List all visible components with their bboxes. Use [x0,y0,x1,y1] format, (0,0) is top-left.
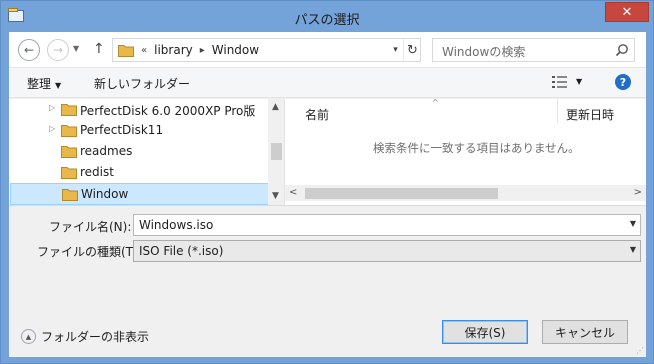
hide-folders-label: フォルダーの非表示 [41,330,150,344]
breadcrumb-window[interactable]: Window [212,43,259,57]
address-bar[interactable]: « library ▸ Window ▾ ↻ [112,38,421,62]
tree-item-label: PerfectDisk11 [80,123,164,137]
file-list: ^ 名前 更新日時 検索条件に一致する項目はありません。 < > [285,98,646,205]
chevron-up-icon: ▲ [21,329,36,344]
forward-button[interactable]: → [47,39,69,61]
folder-icon [62,189,78,201]
filetype-value: ISO File (*.iso) [139,244,224,258]
view-details-icon[interactable] [552,76,568,88]
file-form: ファイル名(N): Windows.iso ▼ ファイルの種類(T): ISO … [9,205,646,357]
up-button[interactable]: ↑ [93,41,105,57]
title-bar: パスの選択 ✕ [1,1,653,32]
tree-item-label: Window [81,187,129,201]
close-button[interactable]: ✕ [605,2,649,22]
scroll-left-icon[interactable]: < [289,187,297,198]
file-list-horizontal-scrollbar[interactable]: < > [285,185,646,201]
new-folder-button[interactable]: 新しいフォルダー [94,75,190,92]
expand-arrow-icon[interactable]: ▷ [49,103,55,112]
folder-icon [118,45,134,57]
window-title: パスの選択 [294,13,360,28]
command-bar: 整理 ▼ 新しいフォルダー ▼ ? [9,68,646,98]
breadcrumb-library[interactable]: library [154,43,193,57]
search-box[interactable]: Windowの検索 [432,38,635,62]
organize-label: 整理 [27,77,52,91]
search-icon[interactable] [615,43,629,57]
hide-folders-toggle[interactable]: ▲ フォルダーの非表示 [21,328,149,345]
tree-item-label: readmes [80,144,133,158]
filename-label: ファイル名(N): [49,220,132,234]
column-divider[interactable] [557,99,558,123]
filetype-label: ファイルの種類(T): [37,245,142,259]
tree-item-readmes[interactable]: readmes [9,141,268,162]
folder-icon [61,104,77,116]
expand-arrow-icon[interactable]: ▷ [49,124,55,133]
breadcrumb: « library ▸ Window [141,43,259,57]
folder-icon [61,146,77,158]
breadcrumb-overflow[interactable]: « [141,45,147,56]
caret-down-icon: ▼ [55,81,62,90]
scroll-right-icon[interactable]: > [634,187,642,198]
filename-field[interactable]: Windows.iso ▼ [133,214,641,236]
chevron-down-icon[interactable]: ▼ [630,219,636,228]
tree-item-perfectdisk11[interactable]: ▷ PerfectDisk11 [9,120,268,141]
filetype-select[interactable]: ISO File (*.iso) ▼ [133,240,641,262]
save-path-dialog: パスの選択 ✕ ← → ▼ ↑ « library ▸ Window ▾ ↻ W… [0,0,654,364]
organize-button[interactable]: 整理 ▼ [27,75,61,92]
tree-item-label: redist [80,165,114,179]
scroll-thumb[interactable] [305,188,498,199]
tree-item-perfectdisk6[interactable]: ▷ PerfectDisk 6.0 2000XP Pro版 [9,99,268,120]
cancel-button[interactable]: キャンセル [542,320,628,344]
refresh-button[interactable]: ↻ [403,39,421,61]
tree-item-redist[interactable]: redist [9,162,268,183]
tree-item-label: PerfectDisk 6.0 2000XP Pro版 [80,104,256,118]
scroll-thumb[interactable] [271,143,282,160]
column-header-name[interactable]: 名前 [305,106,329,123]
sort-ascending-icon: ^ [432,98,439,107]
folder-icon [61,167,77,179]
address-dropdown-button[interactable]: ▾ [388,39,403,61]
folder-tree: ▷ PerfectDisk 6.0 2000XP Pro版 ▷ PerfectD… [9,99,284,205]
tree-vertical-scrollbar[interactable]: ▲ ▼ [268,99,284,205]
empty-results-message: 検索条件に一致する項目はありません。 [373,141,580,155]
dialog-client: ← → ▼ ↑ « library ▸ Window ▾ ↻ Windowの検索… [9,32,646,357]
arrow-right-icon: → [52,43,64,57]
help-icon[interactable]: ? [615,74,631,90]
tree-item-window[interactable]: Window [10,183,269,205]
arrow-left-icon: ← [23,43,35,57]
recent-locations-dropdown[interactable]: ▼ [73,44,79,53]
folder-icon [61,125,77,137]
navigation-bar: ← → ▼ ↑ « library ▸ Window ▾ ↻ Windowの検索 [9,32,646,68]
refresh-icon: ↻ [407,42,418,58]
resize-grip-icon[interactable]: ⋰ [636,346,644,355]
scroll-up-icon[interactable]: ▲ [272,102,279,112]
filename-value[interactable]: Windows.iso [139,218,213,232]
save-button[interactable]: 保存(S) [442,320,528,344]
back-button[interactable]: ← [18,39,40,61]
chevron-right-icon[interactable]: ▸ [200,45,205,56]
chevron-down-icon[interactable]: ▼ [630,245,636,254]
search-placeholder: Windowの検索 [442,45,526,59]
column-header-modified[interactable]: 更新日時 [566,106,614,123]
scroll-down-icon[interactable]: ▼ [272,191,279,201]
view-dropdown-button[interactable]: ▼ [576,77,582,86]
